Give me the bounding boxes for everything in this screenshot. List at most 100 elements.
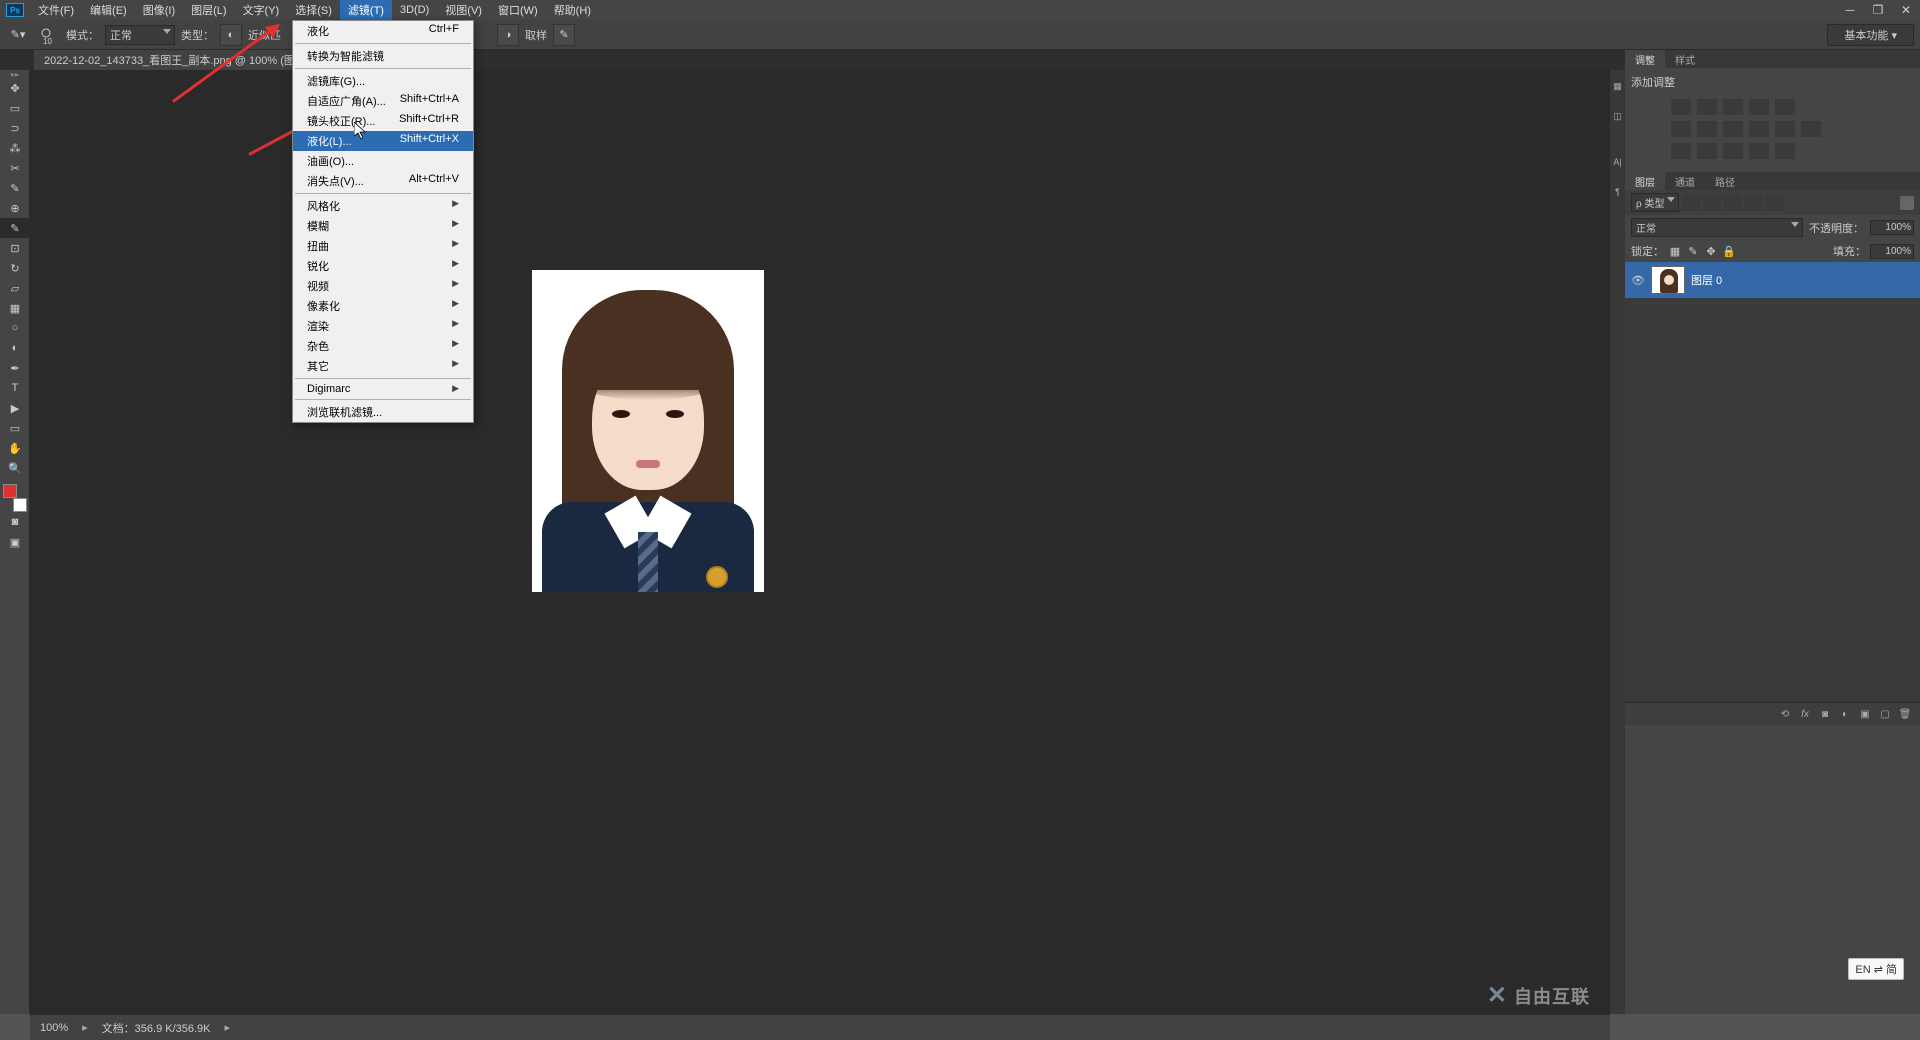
dd-pixelate[interactable]: 像素化▶ — [293, 296, 473, 316]
document-canvas[interactable] — [532, 270, 764, 592]
menu-help[interactable]: 帮助(H) — [546, 0, 599, 21]
blur-tool[interactable]: ○ — [0, 318, 30, 338]
layer-visibility-icon[interactable]: 👁 — [1631, 273, 1645, 287]
panel-handle[interactable]: ▸▸ — [0, 70, 30, 78]
pen-tool[interactable]: ✒ — [0, 358, 30, 378]
maximize-button[interactable]: ❐ — [1864, 1, 1892, 19]
workspace-picker[interactable]: 基本功能 ▾ — [1827, 24, 1914, 46]
move-tool[interactable]: ✥ — [0, 78, 30, 98]
lasso-tool[interactable]: ⊃ — [0, 118, 30, 138]
dd-browse-online[interactable]: 浏览联机滤镜... — [293, 402, 473, 422]
doc-info[interactable]: 文档：356.9 K/356.9K — [102, 1020, 211, 1036]
zoom-level[interactable]: 100% — [40, 1022, 68, 1034]
menu-view[interactable]: 视图(V) — [437, 0, 490, 21]
fx-icon[interactable]: fx — [1796, 706, 1814, 722]
exposure-icon[interactable] — [1749, 99, 1769, 115]
mixer-icon[interactable] — [1775, 121, 1795, 137]
mode-select[interactable]: 正常 — [105, 25, 175, 45]
hue-icon[interactable] — [1671, 121, 1691, 137]
heal-tool[interactable]: ⊕ — [0, 198, 30, 218]
minimize-button[interactable]: ─ — [1836, 1, 1864, 19]
curves-icon[interactable] — [1723, 99, 1743, 115]
lock-all-icon[interactable]: 🔒 — [1722, 244, 1736, 258]
canvas-area[interactable] — [30, 70, 1610, 1014]
dd-noise[interactable]: 杂色▶ — [293, 336, 473, 356]
marquee-tool[interactable]: ▭ — [0, 98, 30, 118]
swatches-icon[interactable]: ◫ — [1610, 104, 1625, 128]
dd-sharpen[interactable]: 锐化▶ — [293, 256, 473, 276]
filter-shape-icon[interactable] — [1745, 195, 1763, 211]
layer-name[interactable]: 图层 0 — [1691, 272, 1722, 288]
dd-vanishing-point[interactable]: 消失点(V)...Alt+Ctrl+V — [293, 171, 473, 191]
tool-preset-icon[interactable]: ✎▾ — [6, 23, 30, 47]
eraser-tool[interactable]: ▱ — [0, 278, 30, 298]
menu-3d[interactable]: 3D(D) — [392, 1, 437, 19]
lock-trans-icon[interactable]: ▦ — [1668, 244, 1682, 258]
delete-layer-icon[interactable]: 🗑 — [1896, 706, 1914, 722]
type-tool[interactable]: T — [0, 378, 30, 398]
filter-smart-icon[interactable] — [1766, 195, 1784, 211]
paths-tab[interactable]: 路径 — [1705, 172, 1745, 190]
dd-last-filter[interactable]: 液化Ctrl+F — [293, 21, 473, 41]
photo-filter-icon[interactable] — [1749, 121, 1769, 137]
menu-layer[interactable]: 图层(L) — [183, 0, 234, 21]
menu-file[interactable]: 文件(F) — [30, 0, 82, 21]
hand-tool[interactable]: ✋ — [0, 438, 30, 458]
eyedropper-tool[interactable]: ✎ — [0, 178, 30, 198]
pressure-btn[interactable]: ✎ — [553, 24, 575, 46]
type-btn-2[interactable]: ◑ — [497, 24, 519, 46]
brightness-icon[interactable] — [1671, 99, 1691, 115]
bg-color[interactable] — [13, 498, 27, 512]
shape-tool[interactable]: ▭ — [0, 418, 30, 438]
close-button[interactable]: ✕ — [1892, 1, 1920, 19]
dd-video[interactable]: 视频▶ — [293, 276, 473, 296]
opacity-value[interactable]: 100% — [1870, 220, 1914, 235]
dd-digimarc[interactable]: Digimarc▶ — [293, 381, 473, 397]
screenmode-toggle[interactable]: ▣ — [0, 532, 30, 552]
history-brush-tool[interactable]: ↻ — [0, 258, 30, 278]
layer-filter-type[interactable]: ρ 类型 — [1631, 193, 1679, 212]
lock-pixels-icon[interactable]: ✎ — [1686, 244, 1700, 258]
styles-tab[interactable]: 样式 — [1665, 50, 1705, 68]
history-icon[interactable]: ▦ — [1610, 74, 1625, 98]
lookup-icon[interactable] — [1801, 121, 1821, 137]
blend-mode-select[interactable]: 正常 — [1631, 218, 1803, 237]
adjustment-layer-icon[interactable]: ◐ — [1836, 706, 1854, 722]
zoom-flyout-icon[interactable]: ▸ — [82, 1021, 88, 1034]
dd-distort[interactable]: 扭曲▶ — [293, 236, 473, 256]
filter-adjust-icon[interactable] — [1703, 195, 1721, 211]
path-select-tool[interactable]: ▶ — [0, 398, 30, 418]
color-swatches[interactable] — [0, 484, 30, 512]
bal-icon[interactable] — [1697, 121, 1717, 137]
filter-type-icon[interactable] — [1724, 195, 1742, 211]
docinfo-flyout-icon[interactable]: ▸ — [225, 1021, 231, 1034]
dd-convert-smart[interactable]: 转换为智能滤镜 — [293, 46, 473, 66]
menu-edit[interactable]: 编辑(E) — [82, 0, 135, 21]
new-layer-icon[interactable]: ▢ — [1876, 706, 1894, 722]
menu-select[interactable]: 选择(S) — [287, 0, 340, 21]
vibrance-icon[interactable] — [1775, 99, 1795, 115]
link-layers-icon[interactable]: ⟲ — [1776, 706, 1794, 722]
gradient-tool[interactable]: ▦ — [0, 298, 30, 318]
dd-filter-gallery[interactable]: 滤镜库(G)... — [293, 71, 473, 91]
filter-switch[interactable] — [1900, 196, 1914, 210]
zoom-tool[interactable]: 🔍 — [0, 458, 30, 478]
lock-pos-icon[interactable]: ✥ — [1704, 244, 1718, 258]
brush-tool[interactable]: ✎ — [0, 218, 30, 238]
quickmask-toggle[interactable]: ◙ — [0, 512, 30, 532]
selcolor-icon[interactable] — [1775, 143, 1795, 159]
dd-liquify[interactable]: 液化(L)...Shift+Ctrl+X — [293, 131, 473, 151]
menu-image[interactable]: 图像(I) — [135, 0, 183, 21]
crop-tool[interactable]: ✂ — [0, 158, 30, 178]
adjustments-tab[interactable]: 调整 — [1625, 50, 1665, 68]
filter-pixel-icon[interactable] — [1682, 195, 1700, 211]
stamp-tool[interactable]: ⊡ — [0, 238, 30, 258]
dodge-tool[interactable]: ◐ — [0, 338, 30, 358]
dd-stylize[interactable]: 风格化▶ — [293, 196, 473, 216]
dd-other[interactable]: 其它▶ — [293, 356, 473, 376]
char-panel-icon[interactable]: A| — [1610, 150, 1625, 174]
channels-tab[interactable]: 通道 — [1665, 172, 1705, 190]
dd-oil-paint[interactable]: 油画(O)... — [293, 151, 473, 171]
layer-row[interactable]: 👁 图层 0 — [1625, 262, 1920, 298]
menu-filter[interactable]: 滤镜(T) — [340, 0, 392, 21]
